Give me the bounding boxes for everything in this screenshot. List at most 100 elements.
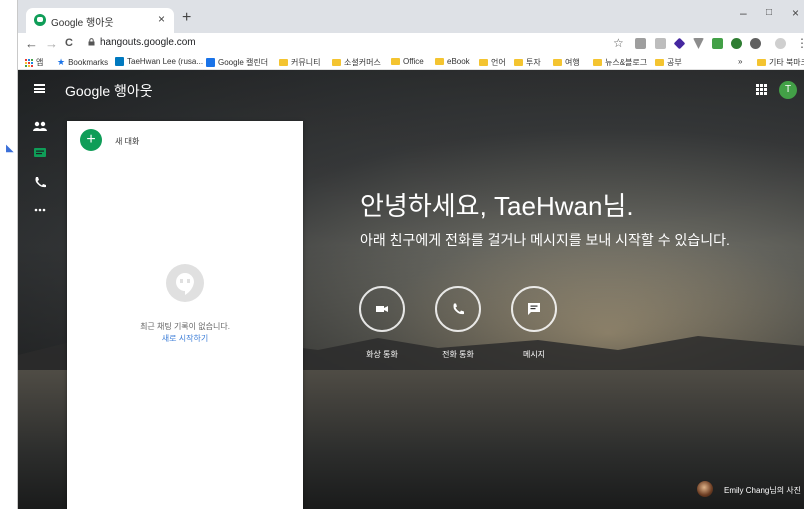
folder-icon	[435, 58, 444, 65]
extension-vee-icon[interactable]	[693, 38, 704, 49]
photographer-avatar	[697, 481, 713, 497]
bookmark-folder[interactable]: 커뮤니티	[279, 57, 320, 68]
extension-feedly-icon[interactable]	[731, 38, 742, 49]
start-new-link[interactable]: 새로 시작하기	[67, 333, 303, 344]
greeting-subtext: 아래 친구에게 전화를 걸거나 메시지를 보내 시작할 수 있습니다.	[360, 232, 730, 248]
empty-chat-icon	[166, 264, 204, 302]
bookmark-label: 투자	[526, 58, 541, 67]
bookmark-folder[interactable]: 뉴스&블로그	[593, 57, 647, 68]
bookmark-label: Office	[403, 57, 424, 66]
greeting-heading: 안녕하세요, TaeHwan님.	[360, 191, 634, 221]
hangouts-header: Google 행아웃 T	[18, 70, 804, 110]
phone-calls-icon[interactable]	[33, 176, 47, 188]
maximize-button[interactable]: □	[766, 7, 772, 18]
bookmark-label: Bookmarks	[68, 58, 109, 67]
bookmark-trello[interactable]: TaeHwan Lee (rusa...	[115, 57, 203, 66]
bookmark-other[interactable]: 기타 북마크	[757, 57, 804, 68]
lock-icon	[88, 38, 95, 46]
bookmark-label: TaeHwan Lee (rusa...	[127, 57, 204, 66]
folder-icon	[332, 59, 341, 66]
bookmark-bookmarks[interactable]: ★ Bookmarks	[57, 57, 108, 68]
folder-icon	[479, 59, 488, 66]
tab-title: Google 행아웃	[51, 18, 114, 29]
extension-circle-icon[interactable]	[750, 38, 761, 49]
google-apps-icon[interactable]	[756, 84, 767, 95]
conversation-list-panel: + 새 대화 최근 채팅 기록이 없습니다. 새로 시작하기	[67, 121, 303, 509]
bookmark-label: 소셜커머스	[344, 58, 381, 67]
browser-menu-icon[interactable]: ⋮	[796, 36, 804, 50]
conversations-icon[interactable]	[33, 147, 47, 159]
minimize-button[interactable]: –	[740, 6, 747, 20]
new-tab-button[interactable]: +	[182, 9, 191, 27]
bookmark-label: 커뮤니티	[291, 58, 321, 67]
calendar-icon	[206, 58, 215, 67]
tab-strip: Google 행아웃 × + – □ ×	[18, 0, 804, 33]
more-options-icon[interactable]	[33, 204, 47, 216]
browser-tab[interactable]: Google 행아웃 ×	[26, 8, 174, 33]
bookmark-label: Google 캘린더	[218, 58, 269, 67]
bookmark-label: eBook	[447, 57, 470, 66]
bookmark-folder[interactable]: 공부	[655, 57, 682, 68]
forward-button[interactable]: →	[45, 36, 58, 51]
profile-icon[interactable]	[775, 38, 786, 49]
extension-window-icon[interactable]	[655, 38, 666, 49]
folder-icon	[514, 59, 523, 66]
voice-call-label: 전화 통화	[442, 350, 474, 359]
extension-green-icon[interactable]	[712, 38, 723, 49]
bookmark-label: 여행	[565, 58, 580, 67]
bookmark-label: 언어	[491, 58, 506, 67]
bookmark-label: 기타 북마크	[769, 58, 804, 67]
tab-close-icon[interactable]: ×	[158, 12, 165, 26]
videocam-icon	[376, 306, 388, 312]
bookmark-calendar[interactable]: Google 캘린더	[206, 57, 268, 68]
bookmark-folder[interactable]: Office	[391, 57, 424, 66]
star-icon: ★	[57, 57, 66, 67]
extension-mail-icon[interactable]	[635, 38, 646, 49]
video-call-label: 화상 통화	[366, 350, 398, 359]
account-avatar[interactable]: T	[779, 81, 797, 99]
bookmark-label: 뉴스&블로그	[605, 58, 648, 67]
phone-icon	[453, 303, 464, 315]
bookmark-folder[interactable]: 언어	[479, 57, 506, 68]
message-label: 메시지	[522, 350, 546, 359]
voice-call-button[interactable]	[435, 286, 481, 332]
message-icon	[528, 303, 540, 315]
message-button[interactable]	[511, 286, 557, 332]
bookmark-folder[interactable]: 투자	[514, 57, 541, 68]
folder-icon	[391, 58, 400, 65]
back-button[interactable]: ←	[25, 36, 38, 51]
close-window-button[interactable]: ×	[792, 6, 799, 20]
arrow-marker-icon: ◣	[6, 143, 14, 154]
video-call-button[interactable]	[359, 286, 405, 332]
address-bar[interactable]: hangouts.google.com	[100, 37, 196, 48]
empty-history-text: 최근 채팅 기록이 없습니다.	[140, 322, 230, 331]
apps-grid-icon	[25, 58, 33, 67]
hamburger-menu-icon[interactable]	[34, 84, 45, 93]
bookmarks-bar: 앱 ★ Bookmarks TaeHwan Lee (rusa... Googl…	[18, 54, 804, 70]
bookmarks-overflow[interactable]: »	[738, 57, 742, 66]
folder-icon	[553, 59, 562, 66]
bookmark-label: 앱	[36, 58, 44, 67]
hangouts-page: Google 행아웃 T + 새 대화 최근 채팅 기록이 없습니다. 새로 시…	[18, 70, 804, 509]
extension-diamond-icon[interactable]	[673, 37, 686, 50]
folder-icon	[593, 59, 602, 66]
photo-credit[interactable]: Emily Chang님의 사진	[724, 485, 801, 496]
new-chat-button[interactable]: +	[80, 129, 102, 151]
contacts-icon[interactable]	[33, 120, 47, 132]
desktop-margin: ◣	[0, 0, 17, 509]
browser-window: Google 행아웃 × + – □ × ← → C hangouts.goog…	[17, 0, 804, 509]
bookmark-label: 공부	[667, 58, 682, 67]
new-chat-label[interactable]: 새 대화	[115, 136, 139, 147]
bookmark-folder[interactable]: eBook	[435, 57, 470, 66]
bookmark-star-icon[interactable]: ☆	[613, 36, 624, 50]
hangouts-logo: Google 행아웃	[65, 83, 153, 99]
bookmark-apps[interactable]: 앱	[25, 57, 43, 68]
reload-button[interactable]: C	[65, 37, 73, 49]
bookmark-folder[interactable]: 소셜커머스	[332, 57, 381, 68]
bookmark-folder[interactable]: 여행	[553, 57, 580, 68]
folder-icon	[279, 59, 288, 66]
folder-icon	[655, 59, 664, 66]
folder-icon	[757, 59, 766, 66]
browser-toolbar: ← → C hangouts.google.com ☆ ⋮	[18, 33, 804, 54]
trello-icon	[115, 57, 124, 66]
